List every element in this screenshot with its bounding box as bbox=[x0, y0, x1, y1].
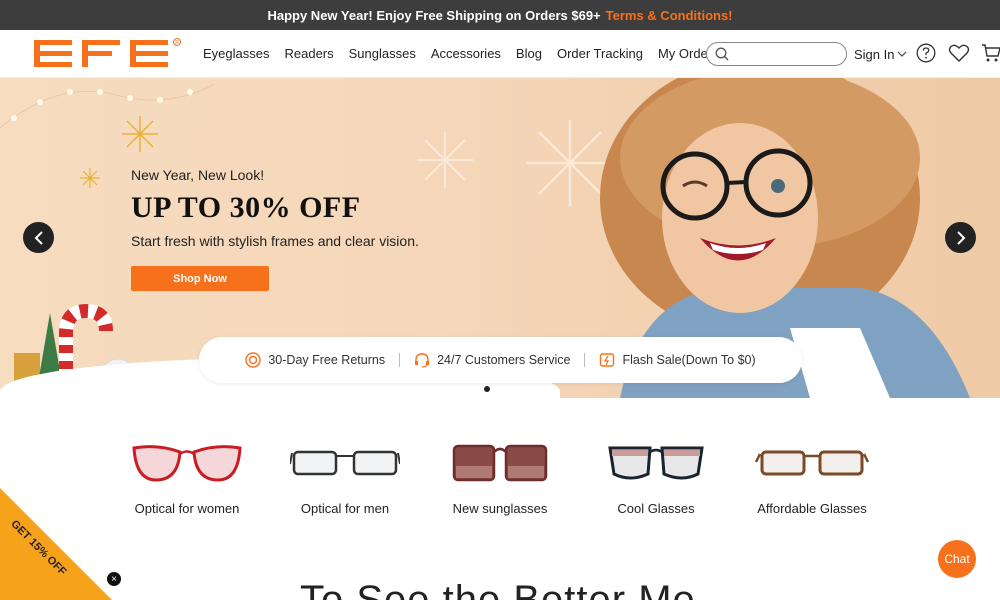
chevron-right-icon bbox=[956, 230, 965, 245]
shop-now-button[interactable]: Shop Now bbox=[131, 266, 269, 291]
nav-readers[interactable]: Readers bbox=[284, 46, 333, 61]
announcement-bar: Happy New Year! Enjoy Free Shipping on O… bbox=[0, 0, 1000, 30]
category-label: Cool Glasses bbox=[617, 501, 695, 516]
snowflake-decoration bbox=[417, 132, 473, 188]
feature-divider bbox=[399, 353, 401, 367]
nav-eyeglasses[interactable]: Eyeglasses bbox=[203, 46, 269, 61]
nav-sunglasses[interactable]: Sunglasses bbox=[349, 46, 416, 61]
returns-icon bbox=[245, 352, 262, 368]
category-label: Optical for men bbox=[300, 501, 390, 516]
category-label: Affordable Glasses bbox=[757, 501, 867, 516]
tortoise-glasses-image bbox=[754, 450, 870, 476]
nav-blog[interactable]: Blog bbox=[516, 46, 542, 61]
carousel-next-button[interactable] bbox=[945, 222, 976, 253]
chat-button[interactable]: Chat bbox=[938, 540, 976, 578]
announcement-text: Happy New Year! Enjoy Free Shipping on O… bbox=[267, 7, 601, 23]
feature-divider bbox=[584, 353, 586, 367]
hero-banner[interactable]: New Year, New Look! UP TO 30% OFF Start … bbox=[0, 78, 1000, 398]
black-rectangle-glasses-image bbox=[289, 450, 401, 476]
help-icon[interactable] bbox=[916, 43, 936, 68]
sign-in-label: Sign In bbox=[854, 47, 895, 62]
terms-link[interactable]: Terms & Conditions! bbox=[606, 8, 733, 23]
chevron-left-icon bbox=[34, 230, 43, 245]
nav-order-tracking[interactable]: Order Tracking bbox=[557, 46, 643, 61]
feature-service-label: 24/7 Customers Service bbox=[437, 353, 571, 367]
firework-decoration bbox=[122, 116, 158, 152]
chevron-down-icon bbox=[898, 51, 907, 57]
headset-icon bbox=[415, 353, 430, 368]
cart-icon[interactable] bbox=[982, 43, 1000, 68]
nav-accessories[interactable]: Accessories bbox=[431, 46, 501, 61]
feature-returns[interactable]: 30-Day Free Returns bbox=[245, 352, 385, 368]
brown-sunglasses-image bbox=[452, 444, 548, 482]
black-pink-glasses-image bbox=[608, 446, 704, 480]
category-cool-glasses[interactable]: Cool Glasses bbox=[606, 440, 706, 516]
site-header: R Eyeglasses Readers Sunglasses Accessor… bbox=[0, 30, 1000, 78]
carousel-prev-button[interactable] bbox=[23, 222, 54, 253]
flash-sale-icon bbox=[600, 353, 615, 367]
feature-service[interactable]: 24/7 Customers Service bbox=[414, 352, 570, 368]
sign-in-menu[interactable]: Sign In bbox=[854, 47, 907, 62]
search-icon[interactable] bbox=[715, 47, 729, 66]
red-cat-eye-glasses-image bbox=[132, 445, 242, 482]
category-optical-men[interactable]: Optical for men bbox=[289, 440, 401, 516]
carousel-indicator-dot[interactable] bbox=[484, 386, 490, 392]
category-label: Optical for women bbox=[134, 501, 240, 516]
category-affordable-glasses[interactable]: Affordable Glasses bbox=[754, 440, 870, 516]
hero-subtitle: New Year, New Look! bbox=[131, 167, 265, 183]
string-lights-decoration bbox=[0, 83, 216, 129]
efe-logo[interactable]: R bbox=[34, 38, 182, 75]
feature-flash-sale-label: Flash Sale(Down To $0) bbox=[622, 353, 756, 367]
service-features-bar: 30-Day Free Returns 24/7 Customers Servi… bbox=[199, 337, 802, 383]
category-new-sunglasses[interactable]: New sunglasses bbox=[452, 440, 548, 516]
category-optical-women[interactable]: Optical for women bbox=[128, 440, 246, 516]
ribbon-background bbox=[0, 488, 112, 600]
feature-returns-label: 30-Day Free Returns bbox=[268, 353, 386, 367]
firework-decoration-small bbox=[80, 168, 100, 188]
svg-text:R: R bbox=[175, 40, 179, 46]
heart-icon[interactable] bbox=[948, 43, 970, 68]
discount-ribbon[interactable]: GET 15% OFF bbox=[0, 488, 112, 600]
hero-title: UP TO 30% OFF bbox=[131, 191, 361, 224]
feature-flash-sale[interactable]: Flash Sale(Down To $0) bbox=[599, 352, 756, 368]
search-box bbox=[706, 42, 847, 66]
category-label: New sunglasses bbox=[452, 501, 548, 516]
section-heading: To See the Better Me bbox=[300, 578, 696, 600]
main-nav: Eyeglasses Readers Sunglasses Accessorie… bbox=[203, 46, 734, 61]
hero-description: Start fresh with stylish frames and clea… bbox=[131, 233, 419, 249]
search-input[interactable] bbox=[733, 45, 841, 63]
close-ribbon-button[interactable]: × bbox=[107, 572, 121, 586]
